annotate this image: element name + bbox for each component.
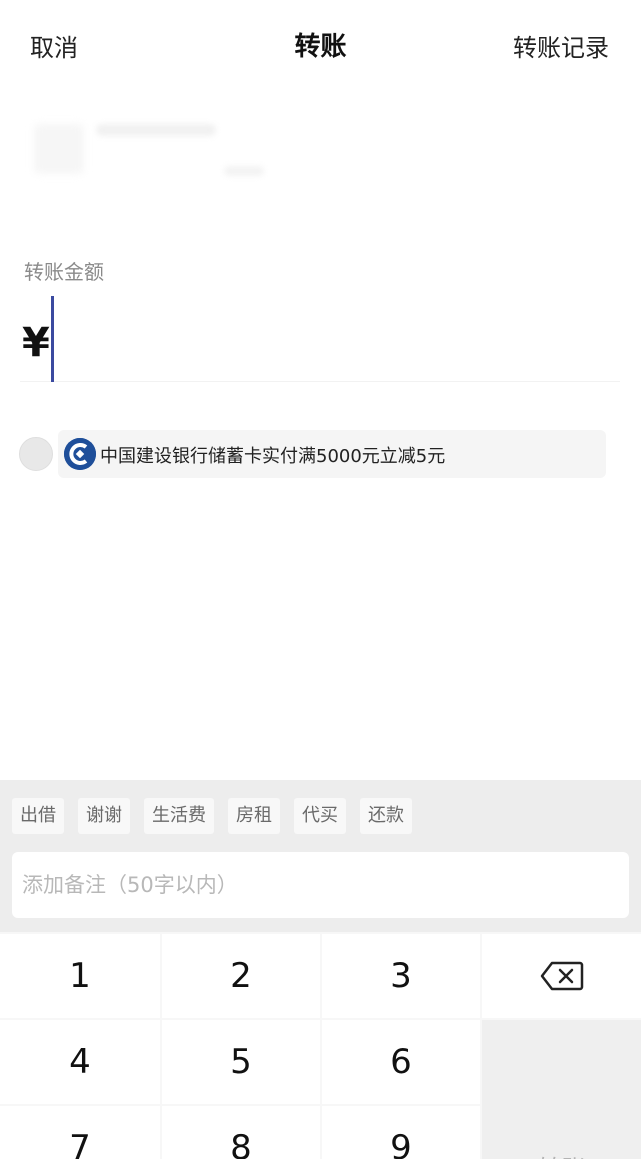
quick-note-chip[interactable]: 谢谢 <box>78 798 130 834</box>
ccb-bank-logo-icon <box>64 438 96 470</box>
key-4[interactable]: 4 <box>0 1020 160 1104</box>
backspace-icon <box>540 961 583 991</box>
amount-input[interactable]: ¥ <box>20 292 620 382</box>
avatar <box>34 124 84 174</box>
key-5[interactable]: 5 <box>162 1020 320 1104</box>
promo-banner[interactable]: 中国建设银行储蓄卡实付满5000元立减5元 <box>58 430 606 478</box>
quick-note-chip[interactable]: 代买 <box>294 798 346 834</box>
note-panel: 出借 谢谢 生活费 房租 代买 还款 <box>0 780 641 932</box>
quick-note-chip[interactable]: 出借 <box>12 798 64 834</box>
key-7[interactable]: 7 <box>0 1106 160 1159</box>
recipient-account-redacted <box>224 166 264 176</box>
key-8[interactable]: 8 <box>162 1106 320 1159</box>
recipient-name-redacted <box>96 124 216 136</box>
currency-symbol: ¥ <box>22 320 50 366</box>
transfer-history-link[interactable]: 转账记录 <box>513 28 609 63</box>
numeric-keypad: 1 2 3 4 5 6 转账 7 8 9 <box>0 932 641 1159</box>
key-3[interactable]: 3 <box>322 934 480 1018</box>
note-input[interactable] <box>12 852 629 918</box>
quick-note-chip[interactable]: 还款 <box>360 798 412 834</box>
promo-text: 中国建设银行储蓄卡实付满5000元立减5元 <box>100 446 446 467</box>
promo-radio-button[interactable] <box>19 437 53 471</box>
key-2[interactable]: 2 <box>162 934 320 1018</box>
key-9[interactable]: 9 <box>322 1106 480 1159</box>
key-6[interactable]: 6 <box>322 1020 480 1104</box>
header-bar: 取消 转账 转账记录 <box>0 0 641 88</box>
quick-note-chip[interactable]: 房租 <box>228 798 280 834</box>
recipient-info <box>24 118 284 188</box>
quick-note-chips: 出借 谢谢 生活费 房租 代买 还款 <box>12 798 412 834</box>
transfer-screen: 取消 转账 转账记录 转账金额 ¥ 中国建设银行储蓄卡实付满5000元立减5元 … <box>0 0 641 1159</box>
text-cursor <box>51 296 54 382</box>
transfer-button[interactable]: 转账 <box>482 1020 641 1159</box>
backspace-button[interactable] <box>482 934 641 1018</box>
key-1[interactable]: 1 <box>0 934 160 1018</box>
amount-label: 转账金额 <box>24 260 104 284</box>
quick-note-chip[interactable]: 生活费 <box>144 798 214 834</box>
